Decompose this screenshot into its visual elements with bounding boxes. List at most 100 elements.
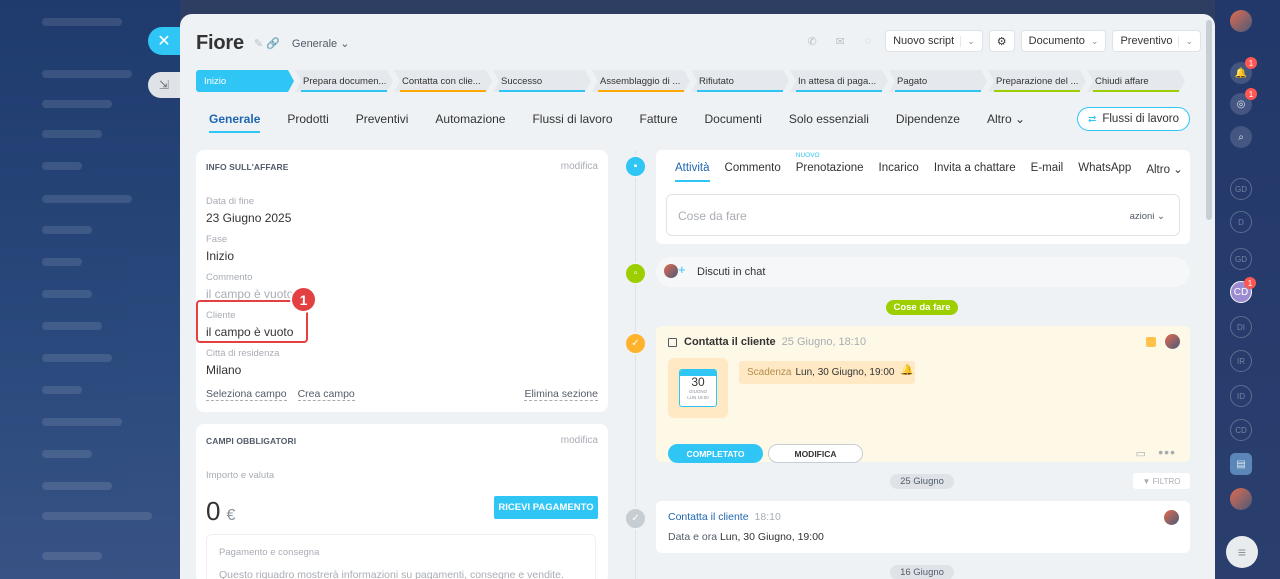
tab-automation[interactable]: Automazione [435,112,505,126]
activity-tabs: Attività Commento NUOVO Prenotazione Inca… [675,152,1183,182]
edit-button[interactable]: MODIFICA [768,444,863,463]
tab-more[interactable]: Altro ⌄ [987,112,1025,126]
stage-label: Assemblaggio di ... [600,75,681,87]
edit-link[interactable]: modifica [561,435,598,446]
stage-item[interactable]: In attesa di paga... [790,70,888,92]
chat-avatar-photo[interactable] [1230,488,1252,510]
amount-number: 0 [206,496,221,526]
tab-email[interactable]: E-mail [1031,162,1064,176]
stage-label: Preparazione del ... [996,75,1079,87]
stage-item[interactable]: Assemblaggio di ... [592,70,690,92]
field-value: Milano [206,363,242,377]
chat-avatar-active[interactable]: CD 1 [1230,277,1256,303]
field-label: Data di fine [206,196,255,207]
document-button[interactable]: Documento ⌄ [1020,30,1107,52]
note-icon[interactable]: ▭ [1136,447,1146,460]
edit-link[interactable]: modifica [561,161,598,172]
stage-item[interactable]: Contatta con clie... [394,70,492,92]
field-stage[interactable]: Fase Inizio [206,234,234,263]
color-flag-icon[interactable] [1146,337,1156,347]
chat-avatar[interactable]: GD [1230,248,1252,270]
tab-activity[interactable]: Attività [675,162,710,182]
chat-avatar[interactable]: CD [1230,419,1252,441]
stage-item[interactable]: Preparazione del ... [988,70,1086,92]
tab-dependencies[interactable]: Dipendenze [896,112,960,126]
stage-label: Chiudi affare [1095,75,1149,87]
tab-general[interactable]: Generale [209,112,261,133]
scrollbar[interactable] [1206,20,1212,220]
stage-underline [400,90,486,92]
stage-item[interactable]: Chiudi affare [1087,70,1185,92]
new-script-button[interactable]: Nuovo script ⌄ [885,30,983,52]
stage-item[interactable]: Successo [493,70,591,92]
tab-products[interactable]: Prodotti [287,112,328,126]
deadline-selector[interactable]: Scadenza Lun, 30 Giugno, 19:00 ⌄ [739,361,915,384]
comment-icon: ▪ [624,155,647,178]
complete-button[interactable]: COMPLETATO [668,444,763,463]
tab-booking[interactable]: NUOVO Prenotazione [796,152,864,176]
settings-button[interactable]: ⚙ [988,30,1015,52]
chat-icon[interactable]: ◌ [857,30,879,52]
actions-dropdown[interactable]: azioni ⌄ [1130,211,1165,222]
category-selector[interactable]: Generale ⌄ [292,37,350,50]
chat-avatar[interactable]: DI [1230,316,1252,338]
tab-comment[interactable]: Commento [725,162,781,176]
chevron-down-icon: ⌄ [1178,35,1193,47]
mail-icon[interactable]: ✉ [829,30,851,52]
tab-essentials[interactable]: Solo essenziali [789,112,869,126]
stage-item[interactable]: Pagato [889,70,987,92]
stage-label: Inizio [204,75,227,87]
tab-invoices[interactable]: Fatture [640,112,678,126]
tab-more[interactable]: Altro ⌄ [1146,162,1183,176]
deal-title[interactable]: Fiore [196,32,244,55]
delete-section-link[interactable]: Elimina sezione [524,388,598,401]
field-end-date[interactable]: Data di fine 23 Giugno 2025 [206,196,291,225]
chat-group-icon[interactable]: ▤ [1230,453,1252,475]
tab-documents[interactable]: Documenti [705,112,762,126]
create-field-link[interactable]: Crea campo [297,388,355,401]
chat-avatar[interactable]: ID [1230,385,1252,407]
phone-icon[interactable]: ✆ [801,30,823,52]
tab-quotes[interactable]: Preventivi [356,112,409,126]
workflows-button[interactable]: ⇄ Flussi di lavoro [1077,107,1190,131]
todo-checkbox[interactable] [668,338,677,347]
chat-avatar[interactable]: GD [1230,178,1252,200]
activity-stream-icon[interactable]: ◎ 1 [1230,88,1257,115]
discuss-in-chat[interactable]: + Discuti in chat [656,257,1190,287]
minimize-slider-button[interactable]: ⇲ [148,72,180,98]
field-comment[interactable]: Commento il campo è vuoto [206,272,293,301]
stage-item[interactable]: Rifiutato [691,70,789,92]
notifications-icon[interactable]: 🔔 1 [1230,57,1257,84]
receive-payment-button[interactable]: RICEVI PAGAMENTO [494,496,598,519]
amount-value[interactable]: 0 € [206,496,235,527]
avatar [664,264,678,278]
tab-invite-chat[interactable]: Invita a chattare [934,162,1016,176]
chat-avatar[interactable]: D [1230,211,1252,233]
close-slider-button[interactable]: ✕ [148,27,180,55]
chat-avatar[interactable]: IR [1230,350,1252,372]
stage-item[interactable]: Prepara documen... [295,70,393,92]
filter-button[interactable]: ▼ FILTRO [1133,473,1190,489]
menu-icon[interactable]: ≡ [1226,536,1258,568]
field-city[interactable]: Città di residenza Milano [206,348,279,377]
search-chat-icon[interactable]: ⌕ [1230,126,1252,148]
user-avatar[interactable] [1230,10,1252,32]
more-icon[interactable]: ••• [1158,444,1176,460]
tab-workflows[interactable]: Flussi di lavoro [532,112,612,126]
select-field-link[interactable]: Seleziona campo [206,388,287,401]
edit-icon[interactable]: ✎ 🔗 [254,37,280,50]
chevron-down-icon: ⌄ [960,35,975,47]
bell-icon[interactable]: 🔔 [901,365,913,376]
new-badge: NUOVO [795,152,820,159]
todo-title[interactable]: Contatta il cliente 25 Giugno, 18:10 [684,336,866,348]
history-title[interactable]: Contatta il cliente 18:10 [668,511,781,523]
tab-task[interactable]: Incarico [879,162,919,176]
quote-button[interactable]: Preventivo ⌄ [1112,30,1201,52]
ghost-line [42,512,152,520]
filter-label: FILTRO [1152,476,1181,486]
tab-whatsapp[interactable]: WhatsApp [1078,162,1131,176]
todo-input[interactable]: Cose da fare azioni ⌄ [666,194,1180,236]
chevron-down-icon: ⌄ [1173,164,1183,176]
stage-item[interactable]: Inizio [196,70,294,92]
history-detail: Data e ora Lun, 30 Giugno, 19:00 [668,531,824,543]
